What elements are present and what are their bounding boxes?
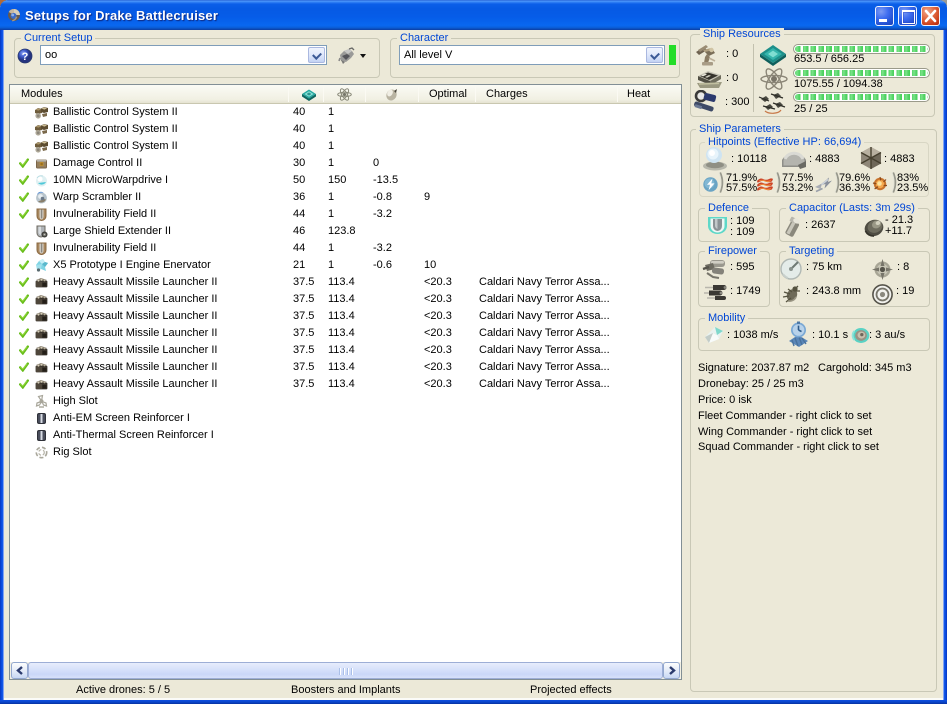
svg-text:?: ? <box>22 51 29 63</box>
